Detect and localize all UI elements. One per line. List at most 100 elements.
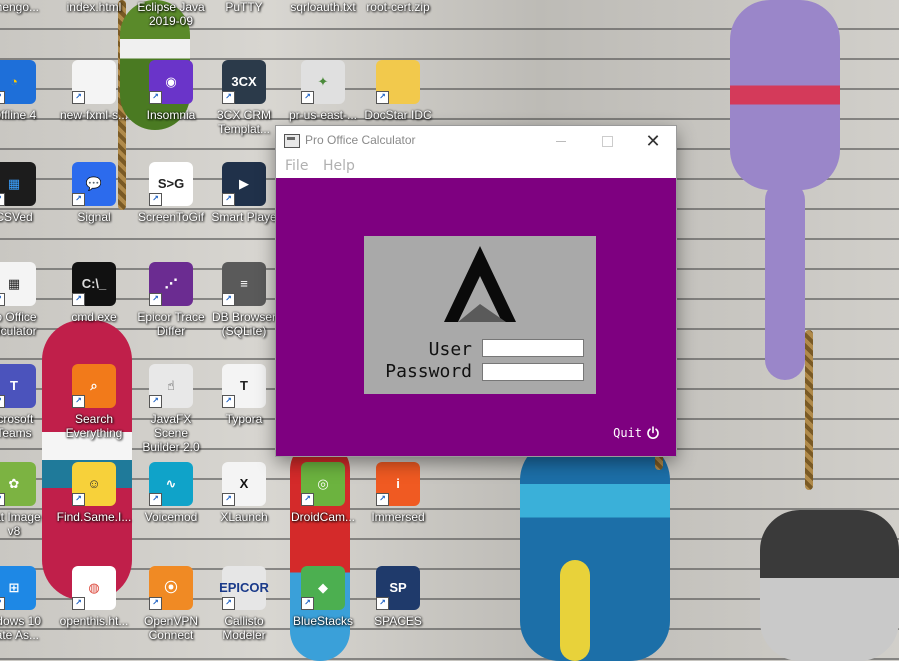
app-icon: ∿ ↗ <box>149 462 193 506</box>
desktop-icon-label: Insomnia <box>146 108 196 122</box>
desktop-icon[interactable]: ↗index.html <box>56 0 132 14</box>
desktop-icon[interactable]: ↗ new-fxml-s... <box>56 60 132 122</box>
desktop-icon-label: Typora <box>225 412 263 426</box>
icon-glyph: EPICOR <box>219 580 269 595</box>
app-icon: ✿↗ <box>0 462 36 506</box>
desktop-icon[interactable]: ↗PuTTY <box>206 0 282 14</box>
app-icon: ▶ ↗ <box>222 162 266 206</box>
icon-glyph: ⋰ <box>164 276 178 291</box>
desktop-icon[interactable]: ↗sqrloauth.txt <box>285 0 361 14</box>
desktop-icon[interactable]: ◉ ↗ Insomnia <box>133 60 209 122</box>
desktop-icon-label: phengo... <box>0 0 40 14</box>
desktop-icon[interactable]: C:\_ ↗ cmd.exe <box>56 262 132 324</box>
desktop-icon[interactable]: T ↗ Typora <box>206 364 282 426</box>
desktop-icon[interactable]: ≡ ↗ DB Browser (SQLite) <box>206 262 282 338</box>
desktop-icon[interactable]: ↗root-cert.zip <box>360 0 436 14</box>
desktop-icon[interactable]: 3CX ↗ 3CX CRM Templat... <box>206 60 282 136</box>
user-input[interactable] <box>482 339 584 357</box>
desktop-icon[interactable]: ◎ ↗ DroidCam... <box>285 462 361 524</box>
buoy-decoration <box>560 560 590 661</box>
shortcut-arrow-icon: ↗ <box>376 91 389 104</box>
desktop-icon[interactable]: ◆ ↗ BlueStacks <box>285 566 361 628</box>
icon-glyph: ◔ <box>10 74 18 89</box>
desktop-icon-label: pr-us-east-... <box>288 108 357 122</box>
desktop-icon-label: Find.Same.I... <box>56 510 132 524</box>
close-button[interactable]: ✕ <box>630 126 676 156</box>
icon-glyph: ☝ <box>167 378 175 393</box>
icon-glyph: ✿ <box>8 476 20 491</box>
desktop-icon[interactable]: ✿↗ eat Image v8 <box>0 462 52 538</box>
desktop-icon[interactable]: ↗phengo... <box>0 0 52 14</box>
app-icon: T↗ <box>0 364 36 408</box>
desktop-icon-label: indows 10 date As... <box>0 614 42 642</box>
desktop-icon[interactable]: ◔↗Offline 4 <box>0 60 52 122</box>
icon-glyph: ◍ <box>88 580 100 595</box>
desktop-icon[interactable]: ▦↗ ro Office alculator <box>0 262 52 338</box>
app-icon: 3CX ↗ <box>222 60 266 104</box>
desktop-icon-label: ro Office alculator <box>0 310 37 338</box>
desktop-icon[interactable]: ↗ DocStar IDC <box>360 60 436 122</box>
minimize-button[interactable] <box>538 126 584 156</box>
desktop-icon[interactable]: ▶ ↗ Smart Playe <box>206 162 282 224</box>
desktop-icon[interactable]: X ↗ XLaunch <box>206 462 282 524</box>
desktop-icon[interactable]: i ↗ Immersed <box>360 462 436 524</box>
desktop-icon-label: Offline 4 <box>0 108 37 122</box>
desktop-icon-label: Search Everything <box>65 412 123 440</box>
desktop-icon[interactable]: ◍ ↗ openthis.ht... <box>56 566 132 628</box>
app-icon: ⊞↗ <box>0 566 36 610</box>
desktop-icon[interactable]: 💬 ↗ Signal <box>56 162 132 224</box>
shortcut-arrow-icon: ↗ <box>0 193 5 206</box>
desktop-icon[interactable]: ↗Eclipse Java 2019-09 <box>133 0 209 28</box>
app-icon <box>284 134 300 148</box>
desktop-icon-label: BlueStacks <box>292 614 354 628</box>
desktop-icon-label: sqrloauth.txt <box>290 0 356 14</box>
shortcut-arrow-icon: ↗ <box>222 91 235 104</box>
desktop-icon[interactable]: ⌕ ↗ Search Everything <box>56 364 132 440</box>
app-icon: SP ↗ <box>376 566 420 610</box>
desktop-icon[interactable]: ▦↗ CSVed <box>0 162 52 224</box>
menu-help[interactable]: Help <box>323 158 355 174</box>
buoy-decoration <box>765 180 805 380</box>
desktop-icon[interactable]: ✦ ↗ pr-us-east-... <box>285 60 361 122</box>
icon-glyph: i <box>396 476 400 491</box>
maximize-icon <box>601 135 613 147</box>
maximize-button[interactable] <box>584 126 630 156</box>
rope-decoration <box>805 330 813 490</box>
desktop-icon[interactable]: ☝ ↗ JavaFX Scene Builder 2.0 <box>133 364 209 454</box>
shortcut-arrow-icon: ↗ <box>222 193 235 206</box>
desktop-icon[interactable]: ⦿ ↗ OpenVPN Connect <box>133 566 209 642</box>
app-icon: ✦ ↗ <box>301 60 345 104</box>
desktop-icon-label: icrosoft Teams <box>0 412 34 440</box>
app-icon: ↗ <box>72 60 116 104</box>
app-icon: T↗ <box>222 364 266 408</box>
desktop-icon[interactable]: EPICOR ↗ Callisto Modeler <box>206 566 282 642</box>
buoy-decoration <box>760 510 899 661</box>
desktop-icon-label: Callisto Modeler <box>222 614 266 642</box>
desktop-icon[interactable]: ☺ ↗ Find.Same.I... <box>56 462 132 524</box>
desktop-icon-label: CSVed <box>0 210 33 224</box>
quit-button[interactable]: Quit <box>613 426 660 440</box>
window-titlebar[interactable]: Pro Office Calculator ✕ <box>276 126 676 156</box>
desktop-icon[interactable]: SP ↗ SPACES <box>360 566 436 628</box>
password-input[interactable] <box>482 363 584 381</box>
desktop-icon[interactable]: S>G ↗ ScreenToGif <box>133 162 209 224</box>
menu-bar: File Help <box>276 156 676 178</box>
icon-glyph: 3CX <box>231 74 257 89</box>
shortcut-arrow-icon: ↗ <box>376 597 389 610</box>
app-icon: ◎ ↗ <box>301 462 345 506</box>
app-icon: S>G ↗ <box>149 162 193 206</box>
icon-glyph: ✦ <box>317 74 329 89</box>
desktop-icon-label: ScreenToGif <box>137 210 205 224</box>
desktop-icon[interactable]: ⊞↗ indows 10 date As... <box>0 566 52 642</box>
desktop-icon-label: Signal <box>77 210 111 224</box>
desktop-icon[interactable]: ⋰ ↗ Epicor Trace Differ <box>133 262 209 338</box>
app-icon: ▦↗ <box>0 262 36 306</box>
icon-glyph: ☺ <box>87 476 101 491</box>
shortcut-arrow-icon: ↗ <box>0 395 5 408</box>
desktop-icon[interactable]: T↗ icrosoft Teams <box>0 364 52 440</box>
app-icon: ☝ ↗ <box>149 364 193 408</box>
shortcut-arrow-icon: ↗ <box>149 493 162 506</box>
app-icon: ☺ ↗ <box>72 462 116 506</box>
desktop-icon[interactable]: ∿ ↗ Voicemod <box>133 462 209 524</box>
menu-file[interactable]: File <box>285 158 308 174</box>
